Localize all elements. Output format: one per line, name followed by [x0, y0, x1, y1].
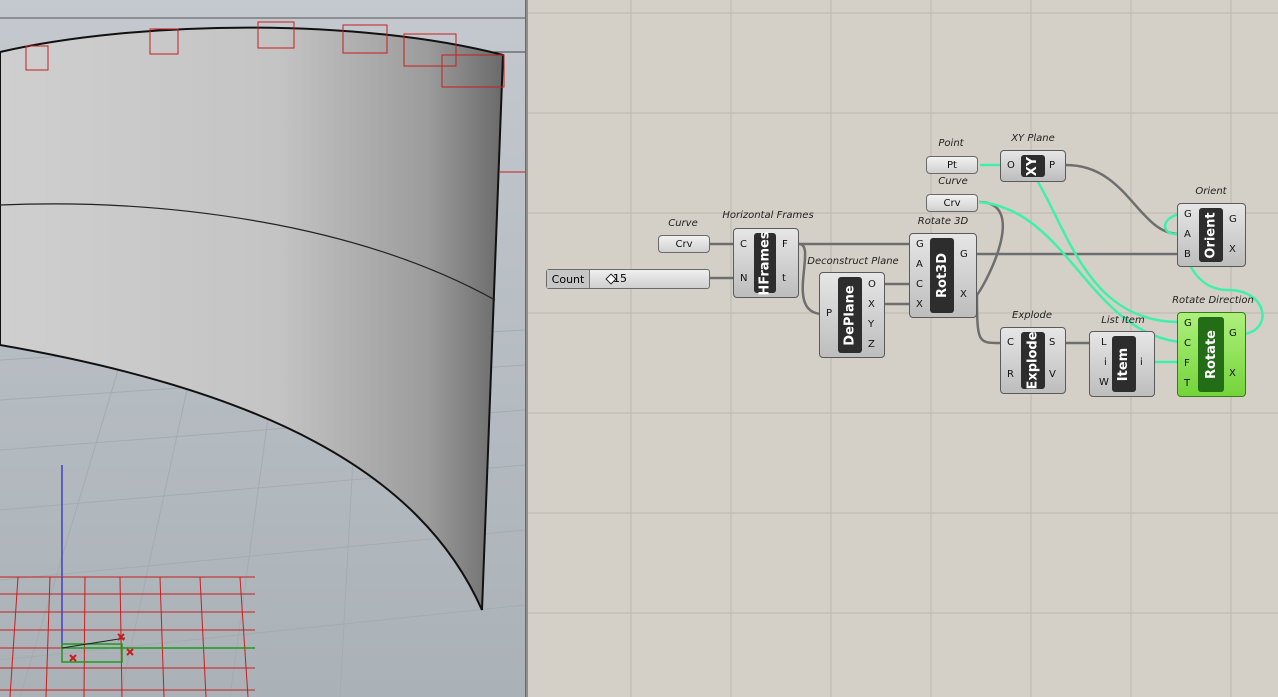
curve-param-1[interactable]: Crv	[658, 235, 710, 253]
deplane-input-p[interactable]: P	[826, 308, 832, 319]
deplane-title: Deconstruct Plane	[807, 256, 899, 267]
count-slider-label: Count	[547, 270, 590, 288]
listitem-output-i[interactable]: i	[1140, 357, 1143, 368]
count-slider[interactable]: Count 15	[546, 269, 710, 289]
hframes-output-t[interactable]: t	[782, 273, 786, 284]
rotdir-component[interactable]: G C F T Rotate G X	[1177, 312, 1246, 397]
deplane-component[interactable]: P DePlane O X Y Z	[819, 272, 885, 358]
rotdir-title: Rotate Direction	[1172, 295, 1254, 306]
xyplane-input-o[interactable]: O	[1007, 160, 1015, 171]
rot3d-input-x[interactable]: X	[916, 299, 923, 310]
point-param-title: Point	[938, 138, 964, 149]
hframes-input-c[interactable]: C	[740, 239, 747, 250]
count-slider-value: 15	[613, 272, 627, 285]
point-param-label: Pt	[947, 159, 957, 171]
rotdir-input-c[interactable]: C	[1184, 338, 1191, 349]
orient-core: Orient	[1199, 208, 1223, 262]
curve-param-2[interactable]: Crv	[926, 194, 978, 212]
listitem-input-w[interactable]: W	[1099, 377, 1109, 388]
rot3d-output-x[interactable]: X	[960, 289, 967, 300]
orient-output-x[interactable]: X	[1229, 244, 1236, 255]
rotdir-core: Rotate	[1198, 317, 1224, 392]
canvas-grid	[528, 0, 1278, 697]
rot3d-input-c[interactable]: C	[916, 279, 923, 290]
orient-input-a[interactable]: A	[1184, 229, 1191, 240]
hframes-title: Horizontal Frames	[722, 210, 814, 221]
hframes-component[interactable]: C N HFrames F t	[733, 228, 799, 298]
rotdir-input-t[interactable]: T	[1184, 378, 1190, 389]
explode-component[interactable]: C R Explode S V	[1000, 327, 1066, 394]
xyplane-title: XY Plane	[1011, 133, 1055, 144]
hframes-output-f[interactable]: F	[782, 239, 788, 250]
orient-input-g[interactable]: G	[1184, 209, 1192, 220]
rot3d-title: Rotate 3D	[917, 216, 969, 227]
orient-component[interactable]: G A B Orient G X	[1177, 203, 1246, 267]
hframes-core: HFrames	[754, 231, 776, 295]
grasshopper-canvas[interactable]: Curve Crv Count 15 Horizontal Frames C N…	[528, 0, 1278, 697]
viewport-scene	[0, 0, 525, 697]
listitem-title: List Item	[1101, 315, 1145, 326]
rotdir-input-g[interactable]: G	[1184, 318, 1192, 329]
rotdir-output-g[interactable]: G	[1229, 328, 1237, 339]
curve-param-1-label: Crv	[675, 238, 693, 250]
deplane-output-x[interactable]: X	[868, 299, 875, 310]
xyplane-output-p[interactable]: P	[1049, 160, 1055, 171]
explode-output-v[interactable]: V	[1049, 369, 1056, 380]
listitem-core: Item	[1112, 336, 1136, 392]
deplane-output-z[interactable]: Z	[868, 339, 875, 350]
deplane-output-y[interactable]: Y	[868, 319, 874, 330]
listitem-input-l[interactable]: L	[1101, 337, 1107, 348]
explode-core: Explode	[1021, 331, 1045, 390]
curve-param-2-title: Curve	[938, 176, 968, 187]
listitem-component[interactable]: L i W Item i	[1089, 331, 1155, 397]
explode-output-s[interactable]: S	[1049, 337, 1055, 348]
rhino-viewport[interactable]	[0, 0, 525, 697]
explode-input-c[interactable]: C	[1007, 337, 1014, 348]
point-param[interactable]: Pt	[926, 156, 978, 174]
hframes-input-n[interactable]: N	[740, 273, 747, 284]
explode-title: Explode	[1012, 310, 1052, 321]
rot3d-input-g[interactable]: G	[916, 239, 924, 250]
rot3d-component[interactable]: G A C X Rot3D G X	[909, 233, 977, 318]
explode-input-r[interactable]: R	[1007, 369, 1014, 380]
xyplane-component[interactable]: O XY P	[1000, 150, 1066, 182]
deplane-core: DePlane	[838, 277, 862, 353]
rot3d-core: Rot3D	[930, 238, 954, 313]
orient-input-b[interactable]: B	[1184, 249, 1191, 260]
xyplane-core: XY	[1021, 155, 1045, 177]
rotdir-output-x[interactable]: X	[1229, 368, 1236, 379]
curve-param-2-label: Crv	[943, 197, 961, 209]
rot3d-output-g[interactable]: G	[960, 249, 968, 260]
deplane-output-o[interactable]: O	[868, 279, 876, 290]
rot3d-input-a[interactable]: A	[916, 259, 923, 270]
listitem-input-i[interactable]: i	[1104, 357, 1107, 368]
orient-output-g[interactable]: G	[1229, 214, 1237, 225]
rotdir-input-f[interactable]: F	[1184, 358, 1190, 369]
curve-param-1-title: Curve	[668, 218, 698, 229]
orient-title: Orient	[1195, 186, 1227, 197]
